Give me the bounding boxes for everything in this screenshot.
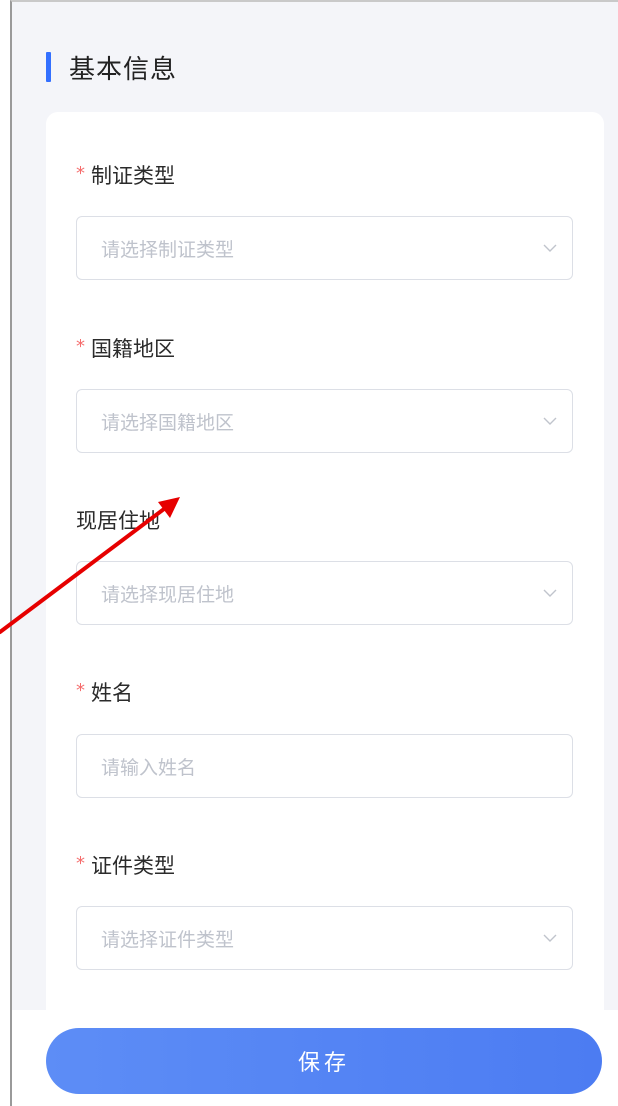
form-page: 基本信息 * 制证类型 请选择制证类型 * 国籍地区 请选择国籍地区 现居住地 … [10, 0, 618, 1106]
required-mark: * [76, 852, 85, 874]
section-header: 基本信息 [46, 46, 177, 88]
input-placeholder: 请输入姓名 [101, 756, 197, 779]
field-label-text: 姓名 [91, 681, 133, 705]
id-type-select[interactable]: 请选择证件类型 [76, 906, 573, 970]
select-placeholder: 请选择现居住地 [101, 583, 235, 606]
cert-type-select[interactable]: 请选择制证类型 [76, 216, 573, 280]
chevron-down-icon [528, 561, 572, 625]
chevron-down-icon [528, 906, 572, 970]
screen: 基本信息 * 制证类型 请选择制证类型 * 国籍地区 请选择国籍地区 现居住地 … [0, 0, 618, 1106]
select-placeholder: 请选择国籍地区 [101, 411, 235, 434]
field-label-name: * 姓名 [76, 677, 133, 707]
field-label-text: 制证类型 [91, 164, 175, 188]
required-mark: * [76, 679, 85, 701]
form-card: * 制证类型 请选择制证类型 * 国籍地区 请选择国籍地区 现居住地 请选择现居… [46, 112, 604, 1106]
save-button[interactable]: 保存 [46, 1028, 602, 1094]
field-label-id-type: * 证件类型 [76, 850, 175, 880]
select-placeholder: 请选择制证类型 [101, 238, 235, 261]
field-label-text: 证件类型 [91, 854, 175, 878]
field-label-cert-type: * 制证类型 [76, 160, 175, 190]
field-label-nationality: * 国籍地区 [76, 333, 175, 363]
select-placeholder: 请选择证件类型 [101, 928, 235, 951]
section-accent-bar [46, 52, 51, 82]
required-mark: * [76, 162, 85, 184]
section-title: 基本信息 [69, 54, 178, 85]
chevron-down-icon [528, 389, 572, 453]
field-label-text: 国籍地区 [91, 337, 175, 361]
field-label-text: 现居住地 [76, 509, 160, 533]
footer-bar: 保存 [12, 1010, 618, 1106]
chevron-down-icon [528, 216, 572, 280]
residence-select[interactable]: 请选择现居住地 [76, 561, 573, 625]
required-mark: * [76, 335, 85, 357]
nationality-select[interactable]: 请选择国籍地区 [76, 389, 573, 453]
field-label-residence: 现居住地 [76, 505, 160, 535]
name-input[interactable]: 请输入姓名 [76, 734, 573, 798]
